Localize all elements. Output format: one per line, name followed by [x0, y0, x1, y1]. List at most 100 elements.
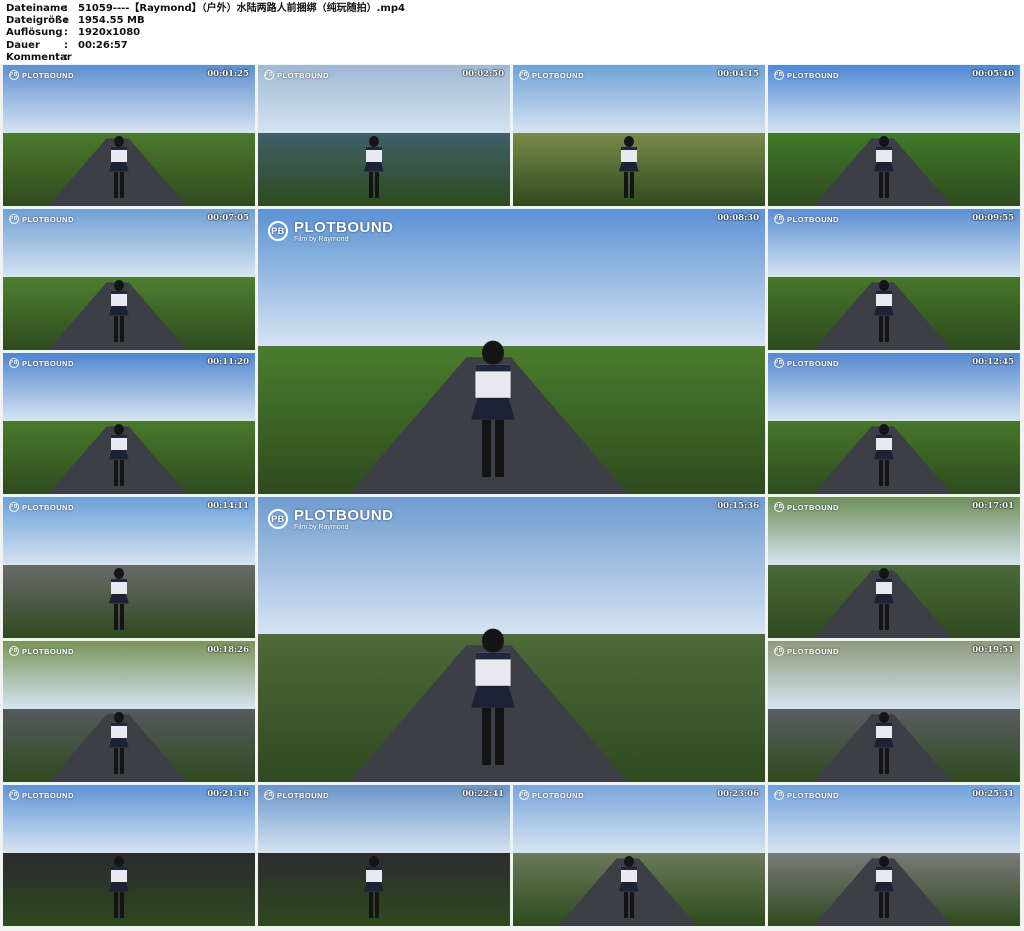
logo-text: PLOTBOUNDFilm by Raymond	[532, 791, 584, 800]
thumbnail-timestamp: 00:01:25	[207, 69, 249, 79]
info-label: Kommentar	[6, 51, 72, 63]
logo-text: PLOTBOUNDFilm by Raymond	[22, 71, 74, 80]
person-figure	[363, 135, 384, 198]
video-thumbnail[interactable]: PBPLOTBOUNDFilm by Raymond 00:17:01	[768, 497, 1020, 638]
logo-name: PLOTBOUND	[532, 70, 584, 80]
logo-mark-icon: PB	[519, 790, 529, 800]
logo-mark-icon: PB	[774, 790, 784, 800]
logo-mark-icon: PB	[268, 221, 288, 241]
video-thumbnail[interactable]: PBPLOTBOUNDFilm by Raymond 00:05:40	[768, 65, 1020, 206]
logo-mark-icon: PB	[774, 70, 784, 80]
logo-name: PLOTBOUND	[22, 646, 74, 656]
logo-text: PLOTBOUNDFilm by Raymond	[787, 71, 839, 80]
video-thumbnail[interactable]: PBPLOTBOUNDFilm by Raymond 00:22:41	[258, 785, 510, 926]
logo-text: PLOTBOUNDFilm by Raymond	[277, 791, 329, 800]
plotbound-logo: PBPLOTBOUNDFilm by Raymond	[264, 70, 329, 80]
logo-name: PLOTBOUND	[22, 502, 74, 512]
logo-name: PLOTBOUND	[532, 790, 584, 800]
person-figure	[618, 855, 639, 918]
logo-mark-icon: PB	[9, 70, 19, 80]
person-figure	[363, 855, 384, 918]
logo-name: PLOTBOUND	[787, 790, 839, 800]
plotbound-logo: PBPLOTBOUNDFilm by Raymond	[519, 790, 584, 800]
info-separator: :	[64, 39, 68, 51]
person-figure	[618, 135, 639, 198]
person-figure	[108, 135, 129, 198]
video-thumbnail[interactable]: PB PLOTBOUND Film by Raymond 00:15:36	[258, 497, 765, 782]
person-figure	[108, 279, 129, 342]
person-figure	[108, 423, 129, 486]
info-separator: :	[64, 27, 68, 39]
plotbound-logo: PBPLOTBOUNDFilm by Raymond	[268, 507, 394, 531]
person-figure	[873, 279, 894, 342]
video-thumbnail[interactable]: PBPLOTBOUNDFilm by Raymond 00:07:05	[3, 209, 255, 350]
info-value: 1954.55 MB	[78, 15, 145, 27]
video-thumbnail[interactable]: PBPLOTBOUNDFilm by Raymond 00:09:55	[768, 209, 1020, 350]
plotbound-logo: PBPLOTBOUNDFilm by Raymond	[9, 358, 74, 368]
person-figure	[873, 711, 894, 774]
video-thumbnail[interactable]: PB PLOTBOUND Film by Raymond 00:08:30	[258, 209, 765, 494]
plotbound-logo: PBPLOTBOUNDFilm by Raymond	[9, 646, 74, 656]
thumbnail-timestamp: 00:11:20	[207, 357, 249, 367]
plotbound-logo: PBPLOTBOUNDFilm by Raymond	[519, 70, 584, 80]
logo-text: PLOTBOUNDFilm by Raymond	[787, 791, 839, 800]
logo-name: PLOTBOUND	[22, 70, 74, 80]
logo-name: PLOTBOUND	[22, 358, 74, 368]
thumbnail-ground	[258, 132, 510, 206]
logo-mark-icon: PB	[264, 790, 274, 800]
info-value: 00:26:57	[78, 39, 128, 51]
video-thumbnail[interactable]: PBPLOTBOUNDFilm by Raymond 00:12:45	[768, 353, 1020, 494]
video-thumbnail[interactable]: PBPLOTBOUNDFilm by Raymond 00:21:16	[3, 785, 255, 926]
logo-text: PLOTBOUNDFilm by Raymond	[787, 647, 839, 656]
thumbnail-timestamp: 00:08:30	[717, 213, 759, 223]
video-thumbnail[interactable]: PBPLOTBOUNDFilm by Raymond 00:04:15	[513, 65, 765, 206]
logo-subtitle: Film by Raymond	[294, 236, 349, 243]
thumbnail-timestamp: 00:19:51	[972, 645, 1014, 655]
info-separator: :	[64, 15, 68, 27]
person-figure	[470, 628, 515, 765]
info-separator: :	[64, 51, 68, 63]
logo-text: PLOTBOUNDFilm by Raymond	[294, 219, 394, 243]
logo-name: PLOTBOUND	[787, 214, 839, 224]
logo-mark-icon: PB	[774, 214, 784, 224]
logo-name: PLOTBOUND	[787, 502, 839, 512]
plotbound-logo: PBPLOTBOUNDFilm by Raymond	[774, 214, 839, 224]
thumbnail-timestamp: 00:14:11	[207, 501, 249, 511]
video-thumbnail[interactable]: PBPLOTBOUNDFilm by Raymond 00:14:11	[3, 497, 255, 638]
video-thumbnail[interactable]: PBPLOTBOUNDFilm by Raymond 00:11:20	[3, 353, 255, 494]
logo-name: PLOTBOUND	[787, 358, 839, 368]
person-figure	[873, 423, 894, 486]
info-separator: :	[64, 3, 68, 14]
info-label: Dateiname	[6, 3, 68, 14]
logo-text: PLOTBOUNDFilm by Raymond	[22, 503, 74, 512]
logo-text: PLOTBOUNDFilm by Raymond	[22, 791, 74, 800]
logo-mark-icon: PB	[774, 502, 784, 512]
logo-name: PLOTBOUND	[787, 646, 839, 656]
plotbound-logo: PBPLOTBOUNDFilm by Raymond	[9, 790, 74, 800]
logo-mark-icon: PB	[519, 70, 529, 80]
plotbound-logo: PBPLOTBOUNDFilm by Raymond	[9, 70, 74, 80]
info-row: Dauer:00:26:57	[6, 40, 1018, 52]
video-thumbnail[interactable]: PBPLOTBOUNDFilm by Raymond 00:01:25	[3, 65, 255, 206]
logo-name: PLOTBOUND	[277, 790, 329, 800]
thumbnail-ground	[3, 564, 255, 638]
plotbound-logo: PBPLOTBOUNDFilm by Raymond	[774, 70, 839, 80]
logo-mark-icon: PB	[774, 358, 784, 368]
logo-name: PLOTBOUND	[22, 214, 74, 224]
person-figure	[873, 567, 894, 630]
logo-text: PLOTBOUNDFilm by Raymond	[787, 359, 839, 368]
logo-name: PLOTBOUND	[787, 70, 839, 80]
video-thumbnail[interactable]: PBPLOTBOUNDFilm by Raymond 00:02:50	[258, 65, 510, 206]
thumbnail-timestamp: 00:23:06	[717, 789, 759, 799]
logo-text: PLOTBOUNDFilm by Raymond	[294, 507, 394, 531]
info-row: Auflösung:1920x1080	[6, 27, 1018, 39]
thumbnail-timestamp: 00:05:40	[972, 69, 1014, 79]
person-figure	[470, 340, 515, 477]
video-thumbnail[interactable]: PBPLOTBOUNDFilm by Raymond 00:23:06	[513, 785, 765, 926]
info-row: Dateiname:51059----【Raymond】（户外）水陆两路人前捆绑…	[6, 3, 1018, 15]
thumbnail-timestamp: 00:04:15	[717, 69, 759, 79]
video-thumbnail[interactable]: PBPLOTBOUNDFilm by Raymond 00:19:51	[768, 641, 1020, 782]
video-thumbnail[interactable]: PBPLOTBOUNDFilm by Raymond 00:25:31	[768, 785, 1020, 926]
logo-text: PLOTBOUNDFilm by Raymond	[787, 215, 839, 224]
video-thumbnail[interactable]: PBPLOTBOUNDFilm by Raymond 00:18:26	[3, 641, 255, 782]
